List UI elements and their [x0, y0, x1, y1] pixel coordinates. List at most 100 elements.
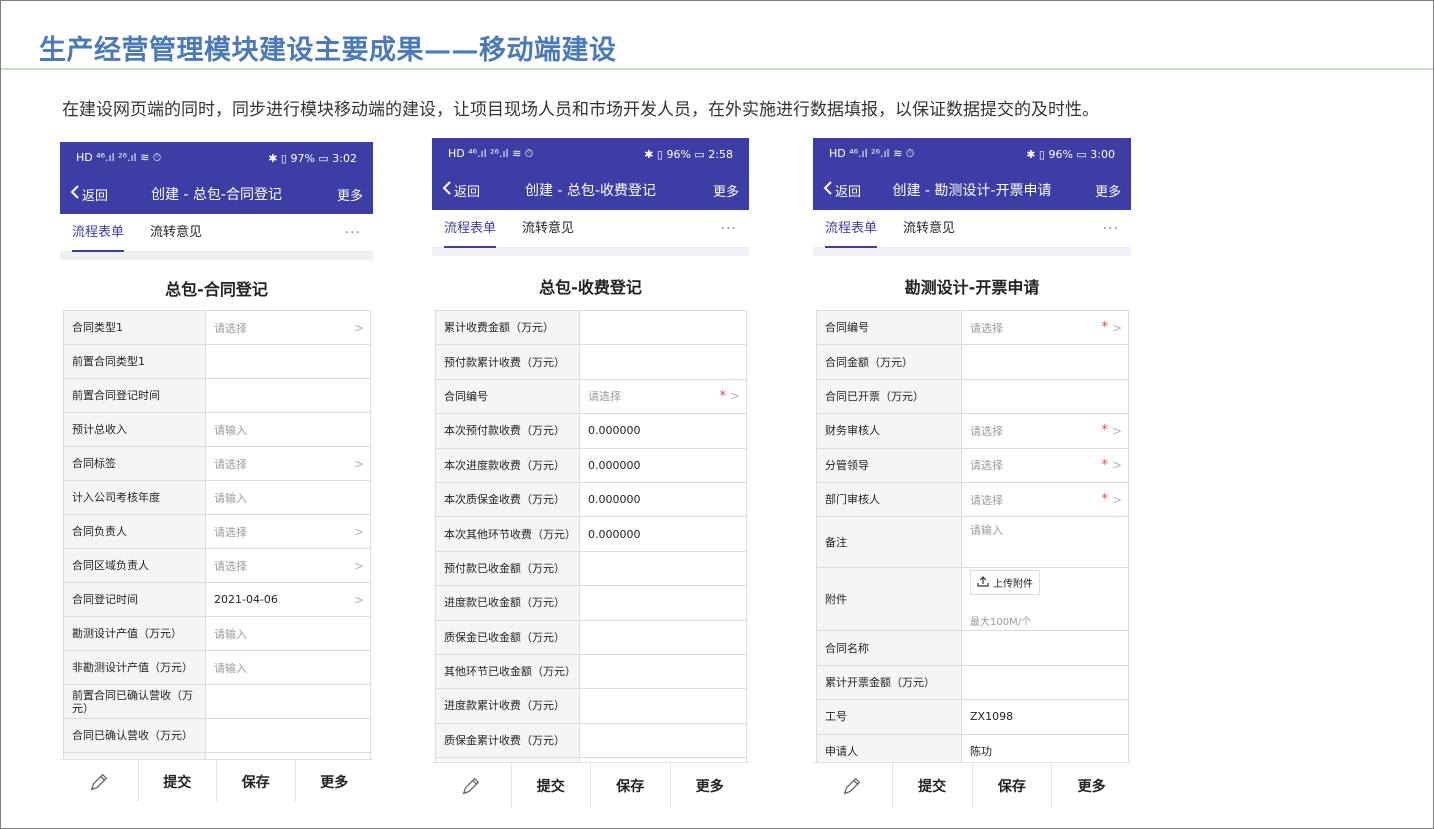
field-input[interactable]: 0.000000 [580, 414, 747, 448]
status-right-info: ✱ ▯ 97% ▭ 3:02 [268, 151, 357, 165]
field-input[interactable]: 请选择 * > [962, 482, 1129, 517]
tab-opinion[interactable]: 流转意见 [150, 214, 202, 252]
save-button[interactable]: 保存 [973, 763, 1053, 808]
field-input[interactable] [962, 379, 1129, 414]
field-value: 请选择 [970, 493, 1003, 507]
tab-opinion[interactable]: 流转意见 [522, 210, 574, 248]
required-star-icon: * [1101, 492, 1109, 508]
field-input[interactable]: 请输入 [206, 651, 371, 684]
field-input[interactable] [580, 345, 747, 379]
field-input[interactable]: 请选择 > [206, 515, 371, 548]
edit-pencil-icon[interactable] [432, 763, 512, 808]
form-row: 附件 上传附件 最大100M/个 [817, 568, 1129, 632]
submit-button[interactable]: 提交 [893, 763, 973, 808]
more-button[interactable]: 更多 [296, 760, 374, 802]
field-input[interactable] [580, 586, 747, 620]
back-button[interactable]: 返回 [70, 184, 108, 204]
field-label: 本次其他环节收费（万元） [436, 517, 580, 551]
field-label: 合同名称 [817, 631, 962, 665]
chevron-right-icon: > [1111, 423, 1122, 438]
tab-form[interactable]: 流程表单 [825, 210, 878, 248]
bottom-action-bar: 提交 保存 更多 [432, 762, 749, 808]
field-input[interactable] [206, 719, 371, 752]
field-input[interactable]: 0.000000 [580, 448, 747, 482]
more-button[interactable]: 更多 [1052, 763, 1131, 808]
field-label: 预计总收入 [64, 413, 206, 446]
field-input[interactable] [962, 665, 1129, 700]
field-value: 请选择 [214, 525, 247, 539]
field-input[interactable] [962, 345, 1129, 379]
field-label: 合同登记时间 [64, 583, 206, 616]
field-input[interactable] [580, 689, 747, 723]
form-row: 其他环节已收金额（万元） [436, 654, 747, 690]
field-input[interactable]: 请选择 > [206, 549, 371, 582]
more-dots-icon[interactable]: ··· [721, 221, 737, 237]
form-row: 合同标签 请选择 > [64, 447, 371, 481]
required-star-icon: * [1101, 320, 1109, 336]
field-input[interactable]: 0.000000 [580, 517, 747, 551]
field-input[interactable]: 请输入 [206, 481, 371, 514]
edit-pencil-icon[interactable] [813, 763, 893, 808]
field-input[interactable]: 0.000000 [580, 482, 747, 517]
field-input[interactable]: 请选择 > [206, 311, 371, 344]
form-grid: 合同编号 请选择 * > 合同金额（万元） 合同已开票（万元） 财务审核人 请选择 * > 分管领导… [816, 310, 1129, 804]
field-input[interactable]: 请输入 [206, 413, 371, 446]
field-input[interactable]: 请输入 [962, 517, 1129, 568]
field-input[interactable]: ZX1098 [962, 700, 1129, 734]
more-dots-icon[interactable]: ··· [345, 225, 361, 241]
field-input[interactable]: 请选择 * > [962, 414, 1129, 448]
submit-button[interactable]: 提交 [139, 760, 217, 802]
back-label: 返回 [454, 184, 481, 200]
field-input[interactable] [580, 551, 747, 586]
field-input[interactable] [580, 654, 747, 689]
upload-field[interactable]: 上传附件 最大100M/个 [962, 568, 1129, 631]
nav-more-button[interactable]: 更多 [713, 181, 739, 200]
field-label: 附件 [817, 568, 962, 631]
more-dots-icon[interactable]: ··· [1103, 221, 1119, 237]
chevron-left-icon [442, 180, 454, 200]
field-input[interactable]: 请输入 [206, 617, 371, 650]
submit-button[interactable]: 提交 [512, 763, 591, 808]
form-row: 累计开票金额（万元） [817, 665, 1129, 701]
form-row: 工号 ZX1098 [817, 700, 1129, 735]
save-button[interactable]: 保存 [591, 763, 671, 808]
nav-more-button[interactable]: 更多 [1095, 181, 1121, 200]
field-label: 合同负责人 [64, 515, 206, 548]
form-row: 合同区域负责人 请选择 > [64, 549, 371, 583]
field-input[interactable] [580, 311, 747, 345]
upload-button[interactable]: 上传附件 [970, 570, 1040, 596]
mobile-screen: HD ⁴⁶.ıl ²⁶.ıl ≋ ⏱ ✱ ▯ 97% ▭ 3:02 返回 创建 - 总… [60, 142, 373, 802]
field-input[interactable]: 请选择 > [206, 447, 371, 480]
field-input[interactable]: 请选择 * > [580, 379, 747, 414]
field-label: 合同类型1 [64, 311, 206, 344]
save-button[interactable]: 保存 [217, 760, 296, 802]
field-input[interactable] [962, 631, 1129, 665]
field-input[interactable]: 请选择 * > [962, 448, 1129, 482]
edit-pencil-icon[interactable] [60, 760, 139, 802]
form-row: 合同编号 请选择 * > [436, 379, 747, 415]
chevron-right-icon: > [1111, 458, 1122, 473]
form-row: 财务审核人 请选择 * > [817, 414, 1129, 449]
form-row: 备注 请输入 [817, 517, 1129, 569]
field-input[interactable] [206, 685, 371, 718]
field-label: 合同编号 [436, 379, 580, 414]
field-label: 前置合同已确认营收（万元） [64, 685, 206, 718]
field-input[interactable]: 请选择 * > [962, 311, 1129, 345]
tab-form[interactable]: 流程表单 [72, 214, 125, 252]
back-label: 返回 [835, 184, 862, 200]
field-input[interactable]: 2021-04-06 > [206, 583, 371, 616]
back-button[interactable]: 返回 [442, 180, 480, 200]
back-button[interactable]: 返回 [823, 180, 861, 200]
more-button[interactable]: 更多 [671, 763, 750, 808]
nav-bar: 返回 创建 - 总包-合同登记 更多 [60, 174, 373, 214]
field-input[interactable] [206, 345, 371, 378]
tab-form[interactable]: 流程表单 [444, 210, 497, 248]
field-input[interactable] [580, 620, 747, 654]
nav-more-button[interactable]: 更多 [337, 185, 363, 204]
field-input[interactable] [206, 379, 371, 412]
form-row: 合同登记时间 2021-04-06 > [64, 583, 371, 617]
field-value: 请选择 [970, 424, 1003, 438]
bottom-action-bar: 提交 保存 更多 [60, 759, 373, 802]
field-input[interactable] [580, 723, 747, 758]
tab-opinion[interactable]: 流转意见 [903, 210, 955, 248]
